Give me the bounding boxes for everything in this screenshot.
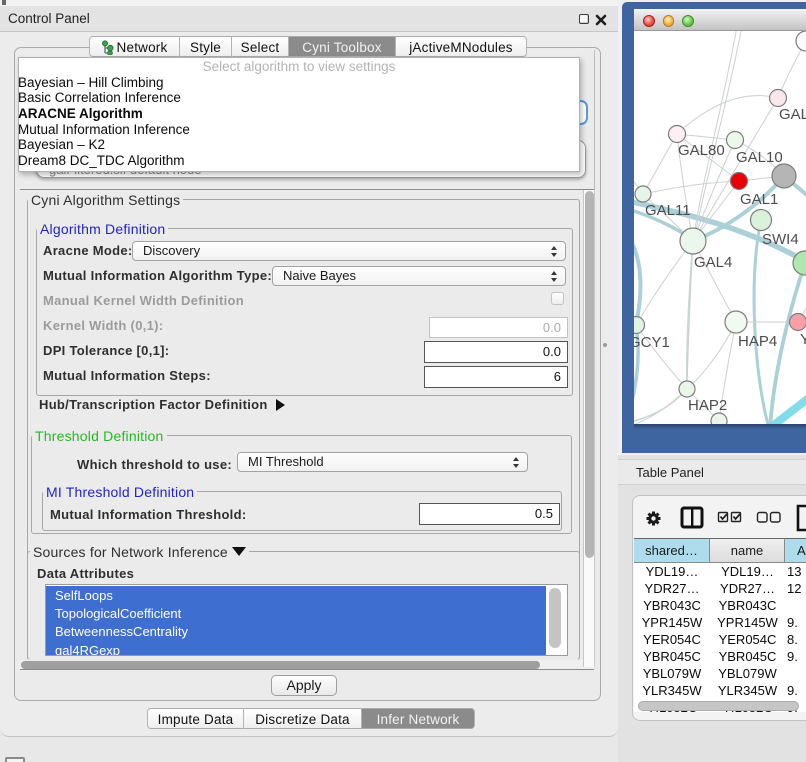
svg-text:SWI4: SWI4 [762,231,799,248]
svg-text:GAL1: GAL1 [740,191,778,208]
svg-text:GAL11: GAL11 [645,202,691,219]
svg-text:GAL80: GAL80 [678,142,725,159]
svg-text:GAL10: GAL10 [736,149,783,166]
svg-text:GAL4: GAL4 [694,254,732,271]
svg-text:GCY1: GCY1 [634,334,670,351]
svg-text:Y: Y [800,331,806,348]
svg-text:HAP4: HAP4 [738,333,777,350]
svg-text:GAL7: GAL7 [779,106,806,123]
svg-text:HAP2: HAP2 [688,397,727,414]
